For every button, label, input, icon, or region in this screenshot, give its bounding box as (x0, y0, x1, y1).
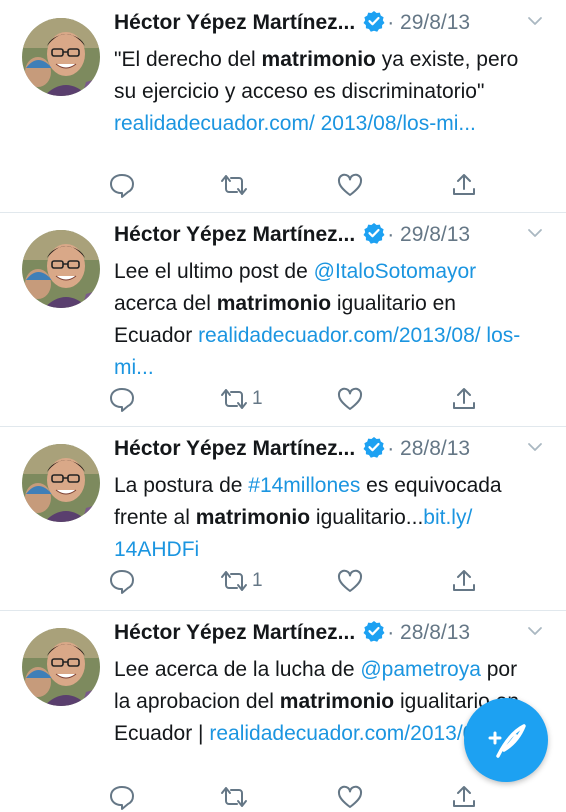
share-icon (450, 567, 478, 595)
like-button[interactable] (336, 384, 366, 414)
retweet-button[interactable] (218, 782, 252, 812)
tweet[interactable]: Héctor Yépez Martínez... · 28/8/13 La po… (0, 426, 566, 611)
verified-badge-icon (363, 10, 385, 32)
tweet-text: Lee el ultimo post de @ItaloSotomayor ac… (114, 256, 534, 384)
retweet-button[interactable]: 1 (218, 566, 263, 596)
tweet-date[interactable]: · 29/8/13 (387, 223, 470, 246)
share-button[interactable] (450, 566, 478, 596)
share-icon (450, 783, 478, 811)
chevron-down-icon[interactable] (526, 224, 544, 242)
avatar[interactable] (22, 18, 100, 96)
heart-icon (336, 783, 364, 811)
chevron-down-icon[interactable] (526, 12, 544, 30)
tweet-text: La postura de #14millones es equivocada … (114, 470, 534, 566)
tweet-link[interactable]: @pametroya (360, 658, 481, 681)
compose-tweet-button[interactable] (464, 698, 548, 782)
reply-icon (108, 567, 136, 595)
highlighted-keyword: matrimonio (195, 506, 311, 529)
tweet[interactable]: Héctor Yépez Martínez... · 29/8/13 Lee e… (0, 212, 566, 427)
reply-icon (108, 783, 136, 811)
tweet-header: Héctor Yépez Martínez... · 28/8/13 (114, 436, 548, 470)
highlighted-keyword: matrimonio (216, 292, 332, 315)
like-button[interactable] (336, 170, 366, 200)
tweet-text-segment: Lee el ultimo post de (114, 260, 314, 283)
author-name[interactable]: Héctor Yépez Martínez... (114, 621, 355, 644)
retweet-icon (218, 385, 250, 413)
avatar[interactable] (22, 230, 100, 308)
reply-icon (108, 171, 136, 199)
retweet-button[interactable]: 1 (218, 384, 263, 414)
retweet-icon (218, 567, 250, 595)
highlighted-keyword: matrimonio (261, 48, 376, 71)
tweet-link[interactable]: #14millones (248, 474, 360, 497)
author-name[interactable]: Héctor Yépez Martínez... (114, 437, 355, 460)
verified-badge-icon (363, 436, 385, 458)
tweet-header: Héctor Yépez Martínez... · 29/8/13 (114, 10, 548, 44)
highlighted-keyword: matrimonio (279, 690, 395, 713)
share-icon (450, 171, 478, 199)
tweet-text-segment: Lee acerca de la lucha de (114, 658, 361, 681)
tweet-actions: 1 (108, 566, 488, 596)
heart-icon (336, 171, 364, 199)
tweet-actions (108, 782, 488, 812)
tweet-text-segment: La postura de (114, 474, 249, 497)
share-icon (450, 385, 478, 413)
retweet-button[interactable] (218, 170, 252, 200)
tweet-header: Héctor Yépez Martínez... · 28/8/13 (114, 620, 548, 654)
chevron-down-icon[interactable] (526, 622, 544, 640)
retweet-icon (218, 171, 250, 199)
avatar[interactable] (22, 628, 100, 706)
reply-button[interactable] (108, 566, 136, 596)
tweet-date[interactable]: · 29/8/13 (387, 11, 470, 34)
retweet-count: 1 (252, 388, 263, 409)
tweet-text-segment: igualitario... (310, 506, 424, 529)
tweet-date[interactable]: · 28/8/13 (387, 621, 470, 644)
reply-button[interactable] (108, 170, 136, 200)
retweet-icon (218, 783, 250, 811)
author-name[interactable]: Héctor Yépez Martínez... (114, 223, 355, 246)
chevron-down-icon[interactable] (526, 438, 544, 456)
heart-icon (336, 385, 364, 413)
author-name[interactable]: Héctor Yépez Martínez... (114, 11, 355, 34)
reply-button[interactable] (108, 782, 136, 812)
verified-badge-icon (363, 620, 385, 642)
heart-icon (336, 567, 364, 595)
reply-button[interactable] (108, 384, 136, 414)
tweet-link[interactable]: @ItaloSotomayor (314, 260, 477, 283)
tweet-date[interactable]: · 28/8/13 (387, 437, 470, 460)
tweet-actions (108, 170, 488, 200)
tweet-text-segment: acerca del (114, 292, 217, 315)
verified-badge-icon (363, 222, 385, 244)
retweet-count: 1 (252, 570, 263, 591)
like-button[interactable] (336, 566, 366, 596)
avatar[interactable] (22, 444, 100, 522)
share-button[interactable] (450, 782, 478, 812)
tweet[interactable]: Héctor Yépez Martínez... · 29/8/13 "El d… (0, 0, 566, 213)
share-button[interactable] (450, 384, 478, 414)
tweet-actions: 1 (108, 384, 488, 414)
tweet-text: "El derecho del matrimonio ya existe, pe… (114, 44, 534, 140)
reply-icon (108, 385, 136, 413)
share-button[interactable] (450, 170, 478, 200)
like-button[interactable] (336, 782, 366, 812)
compose-tweet-icon (488, 724, 526, 758)
tweet-link[interactable]: realidadecuador.com/ 2013/08/los-mi... (114, 112, 476, 135)
tweet-header: Héctor Yépez Martínez... · 29/8/13 (114, 222, 548, 256)
tweet-text-segment: "El derecho del (114, 48, 262, 71)
